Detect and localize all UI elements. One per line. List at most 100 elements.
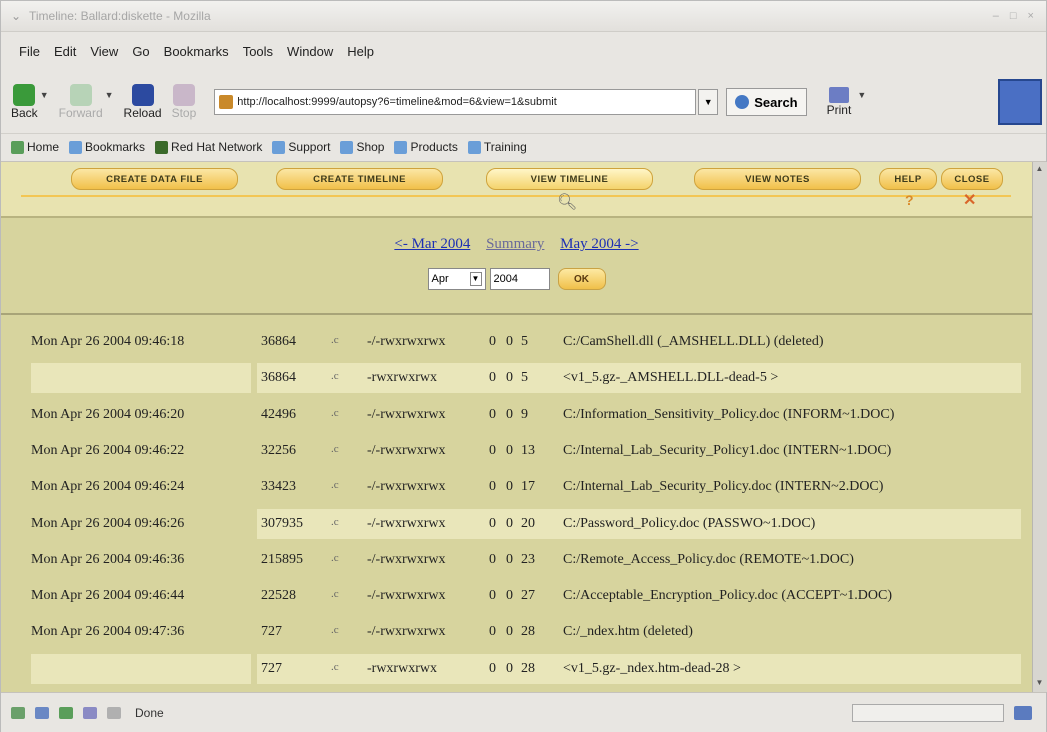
help-question-icon[interactable]: ? bbox=[905, 192, 914, 208]
autopsy-toolbar: CREATE DATA FILE CREATE TIMELINE VIEW TI… bbox=[1, 162, 1032, 218]
address-book-icon[interactable] bbox=[83, 706, 97, 719]
row-size: 36864 bbox=[261, 370, 296, 386]
bookmark-support[interactable]: Support bbox=[272, 140, 330, 154]
menu-bar: File Edit View Go Bookmarks Tools Window… bbox=[1, 31, 1046, 71]
row-permissions: -/-rwxrwxrwx bbox=[367, 588, 446, 604]
menu-help[interactable]: Help bbox=[347, 44, 374, 59]
month-links: <- Mar 2004 Summary May 2004 -> bbox=[1, 236, 1032, 253]
print-dropdown[interactable]: ▼ bbox=[857, 90, 866, 100]
menu-go[interactable]: Go bbox=[132, 44, 149, 59]
ok-button[interactable]: OK bbox=[557, 268, 606, 290]
create-timeline-button[interactable]: CREATE TIMELINE bbox=[276, 168, 443, 190]
close-x-icon[interactable]: ✕ bbox=[963, 190, 976, 210]
row-size: 215895 bbox=[261, 551, 303, 567]
url-dropdown[interactable]: ▼ bbox=[698, 89, 719, 115]
row-uid: 0 bbox=[489, 370, 496, 386]
forward-history-dropdown[interactable]: ▼ bbox=[105, 90, 114, 100]
menu-view[interactable]: View bbox=[90, 44, 118, 59]
forward-button[interactable]: Forward bbox=[59, 84, 103, 120]
menu-bookmarks[interactable]: Bookmarks bbox=[164, 44, 229, 59]
row-permissions: -/-rwxrwxrwx bbox=[367, 479, 446, 495]
row-filename: C:/Internal_Lab_Security_Policy.doc (INT… bbox=[563, 479, 884, 495]
bookmark-red-hat-network[interactable]: Red Hat Network bbox=[155, 140, 262, 154]
row-shade bbox=[31, 363, 251, 394]
print-button[interactable]: Print bbox=[827, 87, 851, 117]
close-button[interactable]: CLOSE bbox=[941, 168, 1003, 190]
bookmark-bookmarks[interactable]: Bookmarks bbox=[69, 140, 145, 154]
row-activity: .c bbox=[331, 334, 339, 346]
row-filename: <v1_5.gz-_AMSHELL.DLL-dead-5 > bbox=[563, 370, 779, 386]
row-inode: 5 bbox=[521, 370, 528, 386]
forward-arrow-icon bbox=[69, 84, 92, 106]
row-size: 42496 bbox=[261, 406, 296, 422]
summary-link[interactable]: Summary bbox=[486, 236, 544, 252]
row-gid: 0 bbox=[506, 442, 513, 458]
row-uid: 0 bbox=[489, 515, 496, 531]
navigator-icon[interactable] bbox=[11, 706, 25, 719]
mail-icon[interactable] bbox=[35, 706, 49, 719]
forward-label: Forward bbox=[58, 106, 103, 120]
scroll-down-icon[interactable]: ▼ bbox=[1034, 678, 1045, 690]
row-date: Mon Apr 26 2004 09:46:26 bbox=[31, 515, 185, 531]
folder-icon bbox=[394, 140, 408, 154]
view-timeline-tab[interactable]: VIEW TIMELINE bbox=[486, 168, 653, 190]
row-uid: 0 bbox=[489, 479, 496, 495]
timeline-table: Mon Apr 26 2004 09:46:18 36864 .c -/-rwxrwx… bbox=[1, 315, 1032, 692]
row-filename: C:/Acceptable_Encryption_Policy.doc (ACC… bbox=[563, 588, 892, 604]
month-select[interactable]: Apr ▼ bbox=[427, 268, 486, 290]
reload-button[interactable]: Reload bbox=[124, 84, 162, 120]
menu-file[interactable]: File bbox=[19, 44, 40, 59]
table-row: Mon Apr 26 2004 09:46:24 33423 .c -/-rwxrwx… bbox=[31, 472, 1021, 502]
search-icon bbox=[735, 95, 750, 109]
back-button[interactable]: Back bbox=[11, 84, 38, 120]
row-inode: 5 bbox=[521, 334, 528, 349]
row-size: 307935 bbox=[261, 515, 303, 531]
window-menu-icon[interactable]: ⌄ bbox=[11, 9, 25, 23]
row-permissions: -/-rwxrwxrwx bbox=[367, 334, 446, 349]
table-row: 727 .c -rwxrwxrwx 0 0 28 <v1_5.gz-_ndex.htm-de… bbox=[31, 653, 1021, 684]
bookmark-products[interactable]: Products bbox=[394, 140, 458, 154]
printer-icon bbox=[828, 87, 849, 103]
year-input[interactable]: 2004 bbox=[489, 268, 550, 290]
row-inode: 20 bbox=[521, 515, 535, 531]
composer-icon[interactable] bbox=[59, 706, 73, 719]
menu-tools[interactable]: Tools bbox=[243, 44, 273, 59]
row-permissions: -/-rwxrwxrwx bbox=[367, 551, 446, 567]
search-button[interactable]: Search bbox=[726, 88, 807, 116]
table-row: Mon Apr 26 2004 09:46:36 215895 .c -/-rwxrw… bbox=[31, 545, 1021, 575]
scroll-up-icon[interactable]: ▲ bbox=[1034, 164, 1045, 176]
help-button[interactable]: HELP bbox=[879, 168, 937, 190]
stop-button[interactable]: Stop bbox=[172, 84, 196, 120]
menu-window[interactable]: Window bbox=[287, 44, 333, 59]
bookmark-shop[interactable]: Shop bbox=[340, 140, 384, 154]
browser-window: ⌄ Timeline: Ballard:diskette - Mozilla –… bbox=[0, 0, 1047, 732]
back-history-dropdown[interactable]: ▼ bbox=[40, 90, 49, 100]
mozilla-throbber-icon[interactable] bbox=[998, 79, 1042, 125]
vertical-scrollbar[interactable]: ▲ ▼ bbox=[1032, 162, 1047, 692]
magnifier-icon: 🔍︎ bbox=[557, 194, 578, 211]
url-text[interactable]: http://localhost:9999/autopsy?6=timeline… bbox=[237, 96, 557, 108]
prev-month-link[interactable]: <- Mar 2004 bbox=[394, 236, 470, 252]
window-controls[interactable]: – □ × bbox=[993, 10, 1038, 22]
row-inode: 27 bbox=[521, 588, 535, 604]
view-notes-button[interactable]: VIEW NOTES bbox=[694, 168, 861, 190]
url-bar[interactable]: http://localhost:9999/autopsy?6=timeline… bbox=[214, 89, 697, 115]
row-filename: C:/Internal_Lab_Security_Policy1.doc (IN… bbox=[563, 442, 892, 458]
chat-icon[interactable] bbox=[107, 706, 121, 719]
bookmark-label: Shop bbox=[356, 140, 385, 154]
row-gid: 0 bbox=[506, 370, 513, 386]
row-activity: .c bbox=[331, 406, 339, 419]
redhat-icon bbox=[155, 140, 169, 154]
menu-edit[interactable]: Edit bbox=[54, 44, 76, 59]
row-activity: .c bbox=[331, 624, 339, 637]
reload-icon bbox=[131, 84, 154, 106]
next-month-link[interactable]: May 2004 -> bbox=[560, 236, 638, 252]
online-status-icon[interactable] bbox=[1014, 705, 1032, 720]
row-activity: .c bbox=[331, 660, 339, 673]
create-data-file-button[interactable]: CREATE DATA FILE bbox=[71, 168, 238, 190]
bookmark-home[interactable]: Home bbox=[11, 140, 59, 154]
row-permissions: -rwxrwxrwx bbox=[367, 370, 437, 386]
row-inode: 28 bbox=[521, 624, 535, 640]
status-text: Done bbox=[135, 705, 164, 720]
bookmark-training[interactable]: Training bbox=[467, 140, 527, 154]
